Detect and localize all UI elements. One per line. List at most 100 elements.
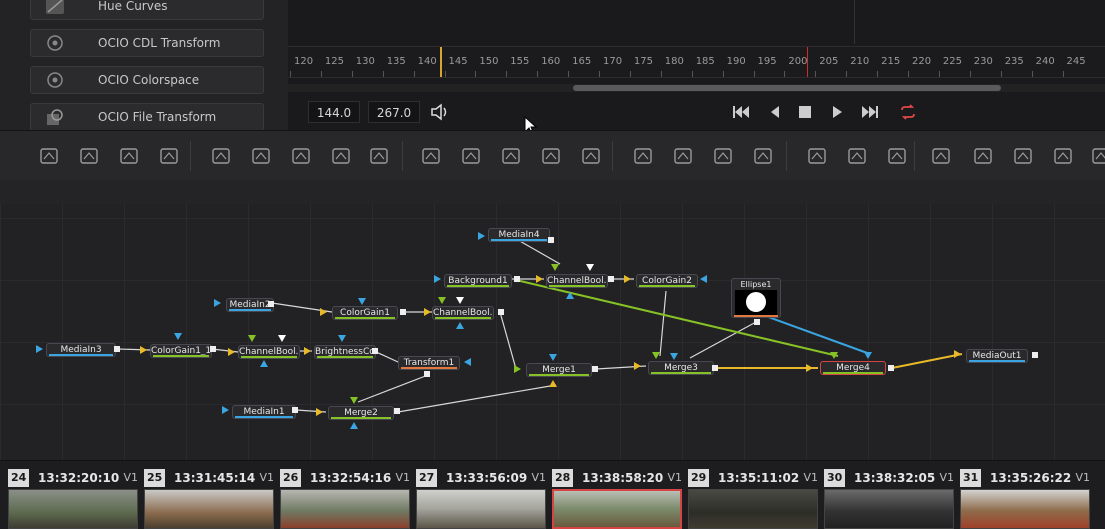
node-input-port[interactable] (806, 364, 813, 372)
node-output-port[interactable] (400, 309, 406, 315)
node-output-port[interactable] (592, 366, 598, 372)
time-ruler[interactable]: 120 125 130 135 140 145 150 155 160 165 170 175 180 1… (288, 46, 1105, 78)
node-output-port[interactable] (608, 276, 614, 282)
polygon-icon[interactable] (712, 145, 734, 167)
node-input-port[interactable] (304, 347, 311, 355)
resize-icon[interactable] (540, 145, 562, 167)
curves-icon[interactable] (290, 145, 312, 167)
clip-thumbnail[interactable]: 27 13:33:56:09 V1 (416, 467, 550, 529)
node-input-port[interactable] (260, 360, 268, 367)
node-output-port[interactable] (114, 346, 120, 352)
rectangle-icon[interactable] (632, 145, 654, 167)
node-input-port[interactable] (634, 362, 641, 370)
pattern-icon[interactable] (886, 145, 908, 167)
clip-thumbnail[interactable]: 30 13:38:32:05 V1 (824, 467, 958, 529)
node-input-port[interactable] (700, 275, 707, 283)
merge3d-icon[interactable] (972, 145, 994, 167)
node-input-port[interactable] (222, 406, 229, 414)
node-mediain2[interactable]: MediaIn2 (226, 298, 274, 312)
node-colorgain1-1[interactable]: ColorGain1_1 (150, 344, 212, 358)
node-input-port[interactable] (424, 308, 431, 316)
node-channelbool-c[interactable]: ChannelBool... (238, 345, 300, 359)
node-input-port[interactable] (830, 352, 838, 359)
node-input-port[interactable] (864, 352, 872, 359)
brightness-contrast-icon[interactable] (330, 145, 352, 167)
node-input-port[interactable] (438, 297, 446, 304)
merge-icon[interactable] (460, 145, 482, 167)
node-input-port[interactable] (174, 333, 182, 340)
end-time-field[interactable]: 267.0 (368, 101, 420, 123)
node-merge4[interactable]: Merge4 (820, 361, 886, 375)
node-output-port[interactable] (210, 346, 216, 352)
camera3d-icon[interactable] (1090, 145, 1105, 167)
node-input-port[interactable] (248, 335, 256, 342)
clip-thumbnail[interactable]: 31 13:35:26:22 V1 (960, 467, 1094, 529)
node-input-port[interactable] (338, 335, 346, 342)
node-input-port[interactable] (566, 292, 574, 299)
node-merge1[interactable]: Merge1 (526, 363, 592, 377)
fast-noise-icon[interactable] (78, 145, 100, 167)
node-output-port[interactable] (268, 301, 274, 307)
background-icon[interactable] (38, 145, 60, 167)
node-input-port[interactable] (36, 345, 43, 353)
text-icon[interactable] (118, 145, 140, 167)
node-output-port[interactable] (548, 237, 554, 243)
ellipse-icon[interactable] (672, 145, 694, 167)
node-editor[interactable]: MediaIn4 Background1 ChannelBool... ColorGa… (0, 204, 1105, 460)
node-input-port[interactable] (456, 322, 464, 329)
node-input-port[interactable] (954, 350, 961, 358)
node-merge2[interactable]: Merge2 (328, 406, 394, 420)
node-input-port[interactable] (320, 308, 327, 316)
node-input-port[interactable] (456, 297, 464, 304)
current-time-field[interactable]: 144.0 (308, 101, 360, 123)
node-input-port[interactable] (358, 298, 366, 305)
node-input-port[interactable] (586, 264, 594, 271)
fx-item-ocio-file-transform[interactable]: OCIO File Transform (30, 103, 264, 131)
loop-icon[interactable] (897, 102, 919, 122)
node-input-port[interactable] (549, 380, 557, 387)
node-output-port[interactable] (394, 408, 400, 414)
fx-item-ocio-colorspace[interactable]: OCIO Colorspace (30, 66, 264, 94)
node-input-port[interactable] (536, 275, 543, 283)
particles-icon[interactable] (210, 145, 232, 167)
clip-thumbnail[interactable]: 26 13:32:54:16 V1 (280, 467, 414, 529)
channel-booleans-icon[interactable] (500, 145, 522, 167)
shape3d-icon[interactable] (930, 145, 952, 167)
node-output-port[interactable] (1032, 352, 1038, 358)
node-input-port[interactable] (464, 358, 471, 366)
transform-icon[interactable] (580, 145, 602, 167)
node-background1[interactable]: Background1 (444, 274, 512, 288)
node-mediain1[interactable]: MediaIn1 (232, 405, 296, 419)
clip-thumbnail[interactable]: 29 13:35:11:02 V1 (688, 467, 822, 529)
node-input-port[interactable] (214, 299, 221, 307)
node-output-port[interactable] (888, 365, 894, 371)
node-output-port[interactable] (498, 309, 504, 315)
node-output-port[interactable] (712, 365, 718, 371)
node-brightness[interactable]: BrightnessCo... (314, 345, 376, 359)
node-transform1[interactable]: Transform1 (398, 356, 460, 370)
node-mediain4[interactable]: MediaIn4 (488, 228, 550, 242)
clip-thumbnail[interactable]: 25 13:31:45:14 V1 (144, 467, 278, 529)
stop-icon[interactable] (794, 102, 816, 122)
clip-thumbnail[interactable]: 28 13:38:58:20 V1 (552, 467, 686, 529)
paint-icon[interactable] (158, 145, 180, 167)
node-output-port[interactable] (292, 407, 298, 413)
node-colorgain2[interactable]: ColorGain2 (636, 274, 698, 288)
bspline-icon[interactable] (752, 145, 774, 167)
node-input-port[interactable] (514, 365, 521, 373)
node-input-port[interactable] (228, 348, 235, 356)
node-output-port[interactable] (424, 371, 430, 377)
node-input-port[interactable] (140, 346, 147, 354)
node-input-port[interactable] (478, 232, 485, 240)
node-colorgain1[interactable]: ColorGain1 (332, 306, 398, 320)
node-input-port[interactable] (350, 397, 358, 404)
fx-item-hue-curves[interactable]: Hue Curves (30, 0, 264, 20)
go-to-end-icon[interactable] (859, 102, 881, 122)
go-to-start-icon[interactable] (730, 102, 752, 122)
clip-thumbnail[interactable]: 24 13:32:20:10 V1 (8, 467, 142, 529)
timeline-scrollbar[interactable] (288, 84, 1105, 92)
step-back-icon[interactable] (764, 102, 786, 122)
node-input-port[interactable] (316, 408, 323, 416)
renderer3d-icon[interactable] (1052, 145, 1074, 167)
node-ellipse1[interactable]: Ellipse1 (731, 278, 781, 318)
